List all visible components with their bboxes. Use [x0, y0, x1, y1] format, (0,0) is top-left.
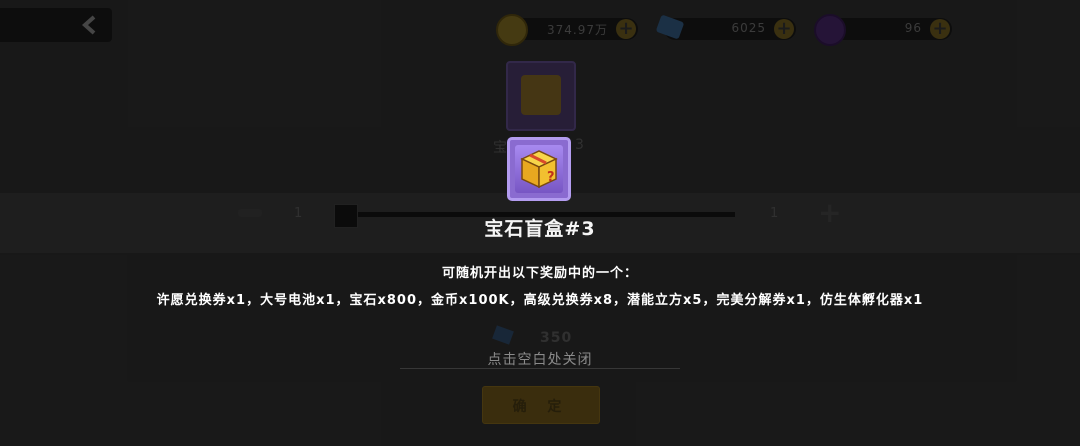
reward-list: 许愿兑换券x1，大号电池x1，宝石x800，金币x100K，高级兑换券x8，潜能… [156, 293, 924, 308]
popup-subtitle: 可随机开出以下奖励中的一个： [441, 266, 638, 281]
popup-item-card: ? [507, 137, 571, 201]
svg-text:?: ? [547, 170, 555, 185]
mystery-box-icon: ? [520, 150, 558, 189]
close-hint: 点击空白处关闭 [487, 352, 593, 368]
popup-title: 宝石盲盒#3 [484, 218, 596, 240]
